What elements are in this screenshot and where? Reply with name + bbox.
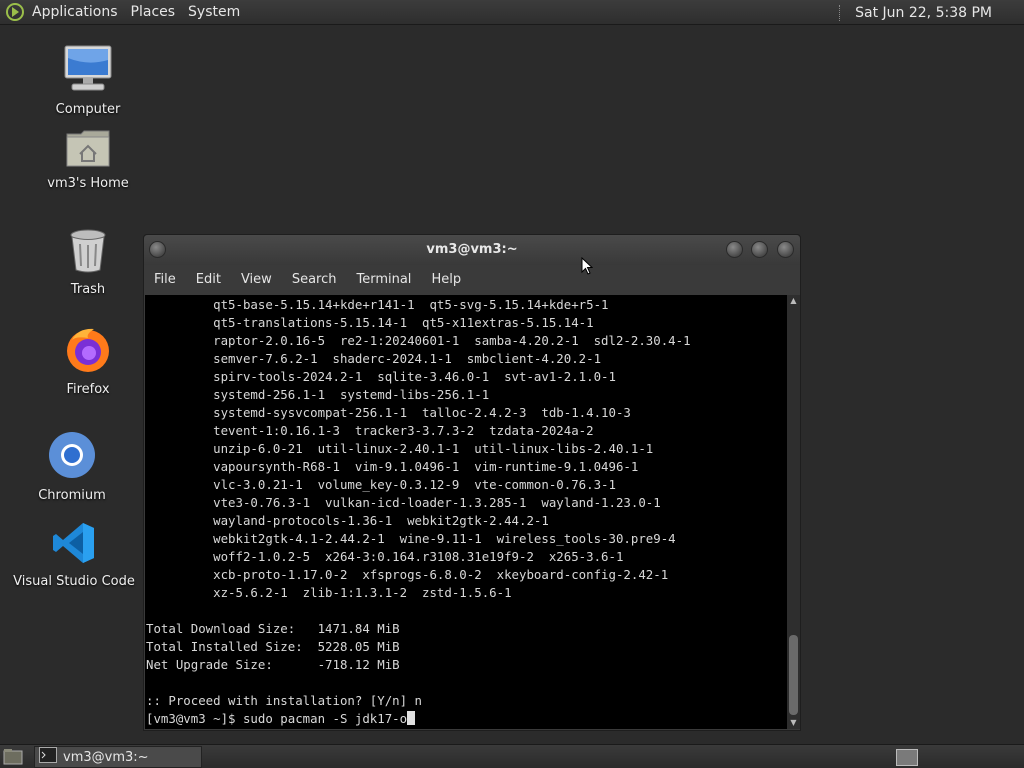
scroll-down-icon[interactable]: ▼	[787, 717, 800, 729]
scrollbar-thumb[interactable]	[789, 635, 798, 715]
menu-view[interactable]: View	[231, 265, 282, 295]
desktop-icon-trash[interactable]: Trash	[48, 228, 128, 297]
places-menu[interactable]: Places	[127, 0, 185, 25]
terminal-line: wayland-protocols-1.36-1 webkit2gtk-2.44…	[146, 513, 549, 528]
terminal-line: unzip-6.0-21 util-linux-2.40.1-1 util-li…	[146, 441, 654, 456]
desktop-icon-chromium[interactable]: Chromium	[32, 430, 112, 503]
clock-area[interactable]: Sat Jun 22, 5:38 PM	[839, 0, 1024, 25]
desktop-icon-label: vm3's Home	[47, 176, 129, 191]
menu-search[interactable]: Search	[282, 265, 347, 295]
minimize-icon[interactable]	[726, 241, 743, 258]
text-cursor	[407, 711, 416, 725]
close-icon[interactable]	[777, 241, 794, 258]
terminal-line: tevent-1:0.16.1-3 tracker3-3.7.3-2 tzdat…	[146, 423, 594, 438]
desktop-icon-computer[interactable]: Computer	[48, 44, 128, 117]
terminal-line: systemd-sysvcompat-256.1-1 talloc-2.4.2-…	[146, 405, 631, 420]
applications-menu-label: Applications	[32, 3, 118, 20]
desktop-icon-label: Visual Studio Code	[13, 574, 135, 589]
home-folder-icon	[65, 128, 111, 172]
terminal-line: semver-7.6.2-1 shaderc-2024.1-1 smbclien…	[146, 351, 602, 366]
terminal-line: xz-5.6.2-1 zlib-1:1.3.1-2 zstd-1.5.6-1	[146, 585, 512, 600]
desktop-icon-label: Chromium	[38, 488, 106, 503]
menu-edit[interactable]: Edit	[186, 265, 231, 295]
menu-terminal[interactable]: Terminal	[346, 265, 421, 295]
maximize-icon[interactable]	[751, 241, 768, 258]
terminal-line: woff2-1.0.2-5 x264-3:0.164.r3108.31e19f9…	[146, 549, 624, 564]
terminal-line: qt5-base-5.15.14+kde+r141-1 qt5-svg-5.15…	[146, 297, 609, 312]
bottom-panel: vm3@vm3:~	[0, 744, 1024, 768]
computer-icon	[62, 44, 114, 98]
mouse-pointer-icon	[581, 256, 594, 279]
terminal-output[interactable]: qt5-base-5.15.14+kde+r141-1 qt5-svg-5.15…	[145, 295, 787, 729]
terminal-line: xcb-proto-1.17.0-2 xfsprogs-6.8.0-2 xkey…	[146, 567, 669, 582]
terminal-line: vapoursynth-R68-1 vim-9.1.0496-1 vim-run…	[146, 459, 639, 474]
system-menu[interactable]: System	[184, 0, 249, 25]
terminal-line: Net Upgrade Size: -718.12 MiB	[146, 657, 400, 672]
terminal-line: spirv-tools-2024.2-1 sqlite-3.46.0-1 svt…	[146, 369, 616, 384]
terminal-line: webkit2gtk-4.1-2.44.2-1 wine-9.11-1 wire…	[146, 531, 676, 546]
distro-logo-icon	[4, 1, 26, 23]
workspace-switcher[interactable]	[896, 749, 918, 766]
top-panel: Applications Places System Sat Jun 22, 5…	[0, 0, 1024, 25]
terminal-line: systemd-256.1-1 systemd-libs-256.1-1	[146, 387, 490, 402]
vscode-icon	[51, 520, 97, 570]
taskbar-task-label: vm3@vm3:~	[63, 749, 149, 765]
window-title: vm3@vm3:~	[426, 242, 518, 257]
terminal-prompt-line[interactable]: [vm3@vm3 ~]$ sudo pacman -S jdk17-o	[146, 710, 416, 728]
desktop-icon-label: Firefox	[66, 382, 110, 397]
terminal-window[interactable]: vm3@vm3:~ File Edit View Search Terminal…	[143, 234, 801, 731]
terminal-line: vlc-3.0.21-1 volume_key-0.3.12-9 vte-com…	[146, 477, 616, 492]
chromium-icon	[47, 430, 97, 484]
menu-file[interactable]: File	[144, 265, 186, 295]
desktop-icon-home[interactable]: vm3's Home	[47, 128, 129, 191]
menu-help[interactable]: Help	[421, 265, 471, 295]
desktop-icon-vscode[interactable]: Visual Studio Code	[13, 520, 135, 589]
system-menu-label: System	[188, 3, 241, 20]
terminal-prompt: [vm3@vm3 ~]$ sudo pacman -S jdk17-o	[146, 711, 408, 726]
window-titlebar[interactable]: vm3@vm3:~	[144, 235, 800, 265]
firefox-icon	[64, 326, 112, 378]
terminal-line: Total Download Size: 1471.84 MiB	[146, 621, 400, 636]
terminal-line: raptor-2.0.16-5 re2-1:20240601-1 samba-4…	[146, 333, 691, 348]
trash-icon	[68, 228, 108, 278]
desktop-icon-label: Computer	[55, 102, 121, 117]
show-desktop-icon[interactable]	[3, 748, 23, 766]
panel-separator	[839, 4, 847, 21]
terminal-line: :: Proceed with installation? [Y/n] n	[146, 693, 423, 708]
terminal-scrollbar[interactable]: ▲ ▼	[787, 295, 800, 729]
terminal-line: qt5-translations-5.15.14-1 qt5-x11extras…	[146, 315, 594, 330]
desktop-icon-firefox[interactable]: Firefox	[48, 326, 128, 397]
terminal-line: vte3-0.76.3-1 vulkan-icd-loader-1.3.285-…	[146, 495, 661, 510]
desktop-icon-label: Trash	[70, 282, 106, 297]
terminal-menubar: File Edit View Search Terminal Help	[144, 265, 800, 295]
clock[interactable]: Sat Jun 22, 5:38 PM	[855, 5, 992, 21]
taskbar-task-terminal[interactable]: vm3@vm3:~	[34, 746, 202, 768]
places-menu-label: Places	[130, 3, 176, 20]
applications-menu[interactable]: Applications	[0, 0, 127, 25]
terminal-line: Total Installed Size: 5228.05 MiB	[146, 639, 400, 654]
terminal-icon	[39, 747, 57, 767]
scroll-up-icon[interactable]: ▲	[787, 295, 800, 307]
